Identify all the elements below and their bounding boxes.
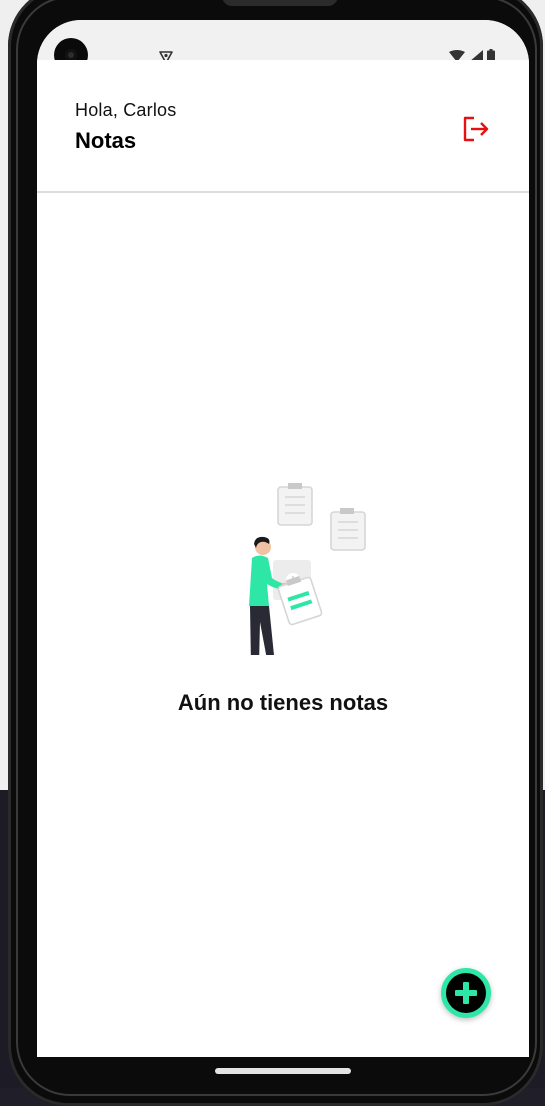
clipboard-icon: [277, 483, 313, 526]
logout-button[interactable]: [461, 114, 491, 144]
app-header: Hola, Carlos Notas: [37, 60, 529, 193]
greeting-text: Hola, Carlos: [75, 100, 177, 120]
empty-state-message: Aún no tienes notas: [177, 690, 389, 715]
page-title: Notas: [75, 128, 137, 153]
fab-inner: [446, 973, 486, 1013]
status-bar: [37, 20, 529, 72]
empty-notes-illustration: [249, 483, 366, 655]
logout-icon: [463, 116, 489, 142]
add-note-button[interactable]: [441, 968, 491, 1018]
top-notch: [222, 0, 338, 6]
phone-screen: Hola, Carlos Notas Aún no tienes notas: [37, 20, 529, 1057]
clipboard-icon: [330, 508, 366, 551]
home-indicator[interactable]: [215, 1068, 351, 1074]
plus-icon: [455, 982, 477, 1004]
